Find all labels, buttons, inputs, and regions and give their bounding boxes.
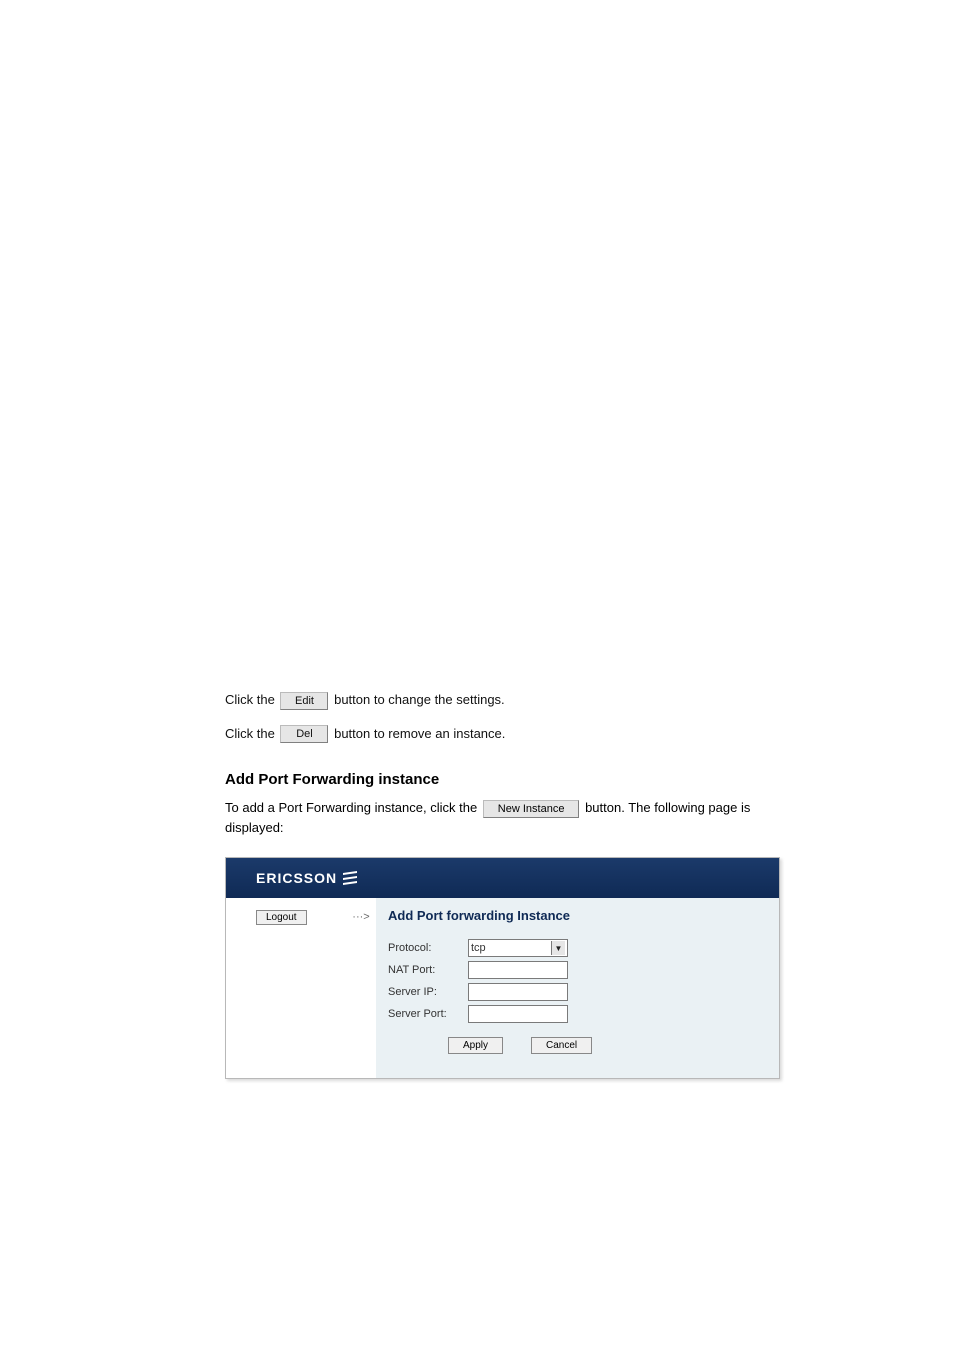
server-port-label: Server Port: xyxy=(388,1008,468,1020)
button-row: Apply Cancel xyxy=(448,1037,765,1054)
page-title: Add Port forwarding Instance xyxy=(388,908,765,923)
edit-button-sample: Edit xyxy=(280,692,328,710)
nat-port-label: NAT Port: xyxy=(388,964,468,976)
section-title: Add Port Forwarding instance xyxy=(225,771,954,788)
server-port-input[interactable] xyxy=(468,1005,568,1023)
brand-text: ERICSSON xyxy=(256,870,337,886)
row-nat-port: NAT Port: xyxy=(388,961,765,979)
del-button-sample: Del xyxy=(280,725,328,743)
text: button to change the settings. xyxy=(334,692,505,707)
text: Click the xyxy=(225,692,278,707)
main-panel: Add Port forwarding Instance Protocol: t… xyxy=(376,898,779,1078)
protocol-value: tcp xyxy=(471,942,486,954)
row-server-port: Server Port: xyxy=(388,1005,765,1023)
row-server-ip: Server IP: xyxy=(388,983,765,1001)
text: button to remove an instance. xyxy=(334,726,505,741)
brand-logo: ERICSSON xyxy=(256,870,357,886)
ericsson-icon xyxy=(343,871,357,885)
cancel-button[interactable]: Cancel xyxy=(531,1037,592,1054)
text: Click the xyxy=(225,726,278,741)
apply-button[interactable]: Apply xyxy=(448,1037,503,1054)
chevron-down-icon: ▼ xyxy=(551,941,565,955)
new-instance-button-sample: New Instance xyxy=(483,800,580,818)
logout-button[interactable]: Logout xyxy=(256,910,307,925)
server-ip-input[interactable] xyxy=(468,983,568,1001)
nat-port-input[interactable] xyxy=(468,961,568,979)
protocol-label: Protocol: xyxy=(388,942,468,954)
text: To add a Port Forwarding instance, click… xyxy=(225,800,481,815)
screenshot-panel: ERICSSON Logout ···> Add Port forwarding… xyxy=(225,857,780,1079)
breadcrumb-arrow-icon: ···> xyxy=(346,898,376,1078)
row-protocol: Protocol: tcp ▼ xyxy=(388,939,765,957)
protocol-select[interactable]: tcp ▼ xyxy=(468,939,568,957)
sidebar: Logout xyxy=(226,898,346,1078)
app-header: ERICSSON xyxy=(226,858,779,898)
server-ip-label: Server IP: xyxy=(388,986,468,998)
